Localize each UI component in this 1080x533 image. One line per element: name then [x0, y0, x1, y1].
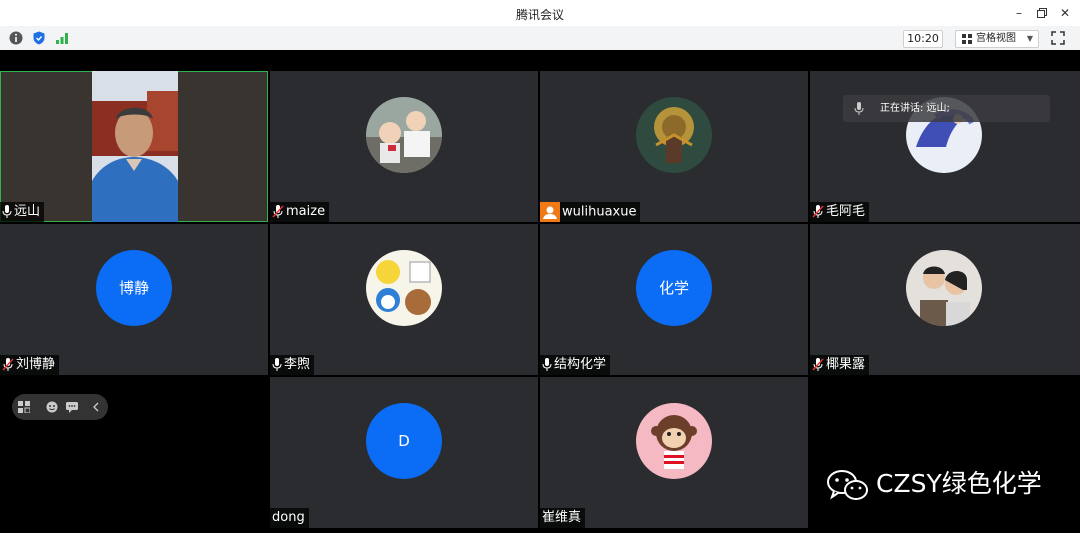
info-icon[interactable]: [9, 31, 23, 45]
wechat-logo-icon: [827, 470, 868, 500]
microphone-muted-icon: [272, 205, 284, 218]
window-title: 腾讯会议: [515, 8, 564, 22]
participant-avatar: [636, 97, 712, 173]
signal-icon[interactable]: [55, 31, 69, 45]
close-icon[interactable]: ✕: [1056, 4, 1074, 22]
participant-name-tag: 毛阿毛: [810, 202, 870, 222]
meeting-clock: 10:20: [903, 30, 943, 48]
speaking-text: 正在讲话: 远山;: [880, 103, 950, 114]
empty-tile: [810, 377, 1080, 528]
shield-icon[interactable]: [32, 31, 46, 45]
participant-tile[interactable]: 崔维真: [540, 377, 808, 528]
participant-name-tag: 结构化学: [540, 355, 611, 375]
participant-avatar: 化学: [636, 250, 712, 326]
microphone-muted-icon: [812, 358, 824, 371]
reaction-icon[interactable]: [46, 401, 58, 413]
participant-avatar: [366, 250, 442, 326]
participant-name-tag: 椰果露: [810, 355, 870, 375]
restore-icon[interactable]: [1033, 4, 1051, 22]
fullscreen-icon[interactable]: [1050, 30, 1066, 46]
participant-avatar: D: [366, 403, 442, 479]
microphone-muted-icon: [2, 358, 14, 371]
minimize-icon[interactable]: –: [1010, 4, 1028, 22]
participant-name-tag: dong: [270, 508, 309, 528]
participant-tile[interactable]: 博静 刘博静: [0, 224, 268, 375]
view-mode-label: 宫格视图: [976, 33, 1016, 44]
participant-tile[interactable]: maize: [270, 71, 538, 222]
microphone-muted-icon: [812, 205, 824, 218]
grid-view-icon: [962, 34, 972, 44]
participant-avatar: [366, 97, 442, 173]
user-avatar-icon: [540, 202, 560, 222]
view-mode-button[interactable]: 宫格视图 ▼: [955, 30, 1039, 48]
microphone-icon: [542, 358, 552, 371]
participant-name-tag: 李煦: [270, 355, 315, 375]
participant-name-tag: 远山: [0, 202, 45, 222]
participant-tile[interactable]: 毛阿毛: [810, 71, 1080, 222]
participant-tile[interactable]: 化学 结构化学: [540, 224, 808, 375]
video-grid: 远山 maize wulihuaxue 毛阿毛 博静 刘博静 李煦 化学 结构化…: [0, 50, 1080, 533]
participant-tile[interactable]: 椰果露: [810, 224, 1080, 375]
microphone-icon: [2, 205, 12, 218]
participant-tile[interactable]: 远山: [0, 71, 268, 222]
participant-name-tag: 刘博静: [0, 355, 60, 375]
participant-tile[interactable]: 李煦: [270, 224, 538, 375]
layout-icon[interactable]: [18, 401, 30, 413]
participant-tile[interactable]: wulihuaxue: [540, 71, 808, 222]
participant-tile[interactable]: D dong: [270, 377, 538, 528]
title-bar: 腾讯会议 – ✕: [0, 0, 1080, 26]
participant-avatar: [636, 403, 712, 479]
chevron-down-icon: ▼: [1026, 34, 1033, 43]
participant-avatar: [906, 250, 982, 326]
speaking-indicator: 正在讲话: 远山;: [843, 95, 1050, 122]
collapse-icon[interactable]: [90, 401, 102, 413]
participant-video: [92, 71, 178, 222]
microphone-icon: [272, 358, 282, 371]
microphone-icon: [854, 102, 864, 115]
participant-avatar: 博静: [96, 250, 172, 326]
participant-name-tag: maize: [270, 202, 330, 222]
participant-name-tag: 崔维真: [540, 508, 586, 528]
floating-toolbar: [12, 394, 108, 420]
chat-icon[interactable]: [66, 401, 78, 413]
watermark-text: CZSY绿色化学: [876, 469, 1042, 498]
participant-name-tag: wulihuaxue: [540, 202, 641, 222]
